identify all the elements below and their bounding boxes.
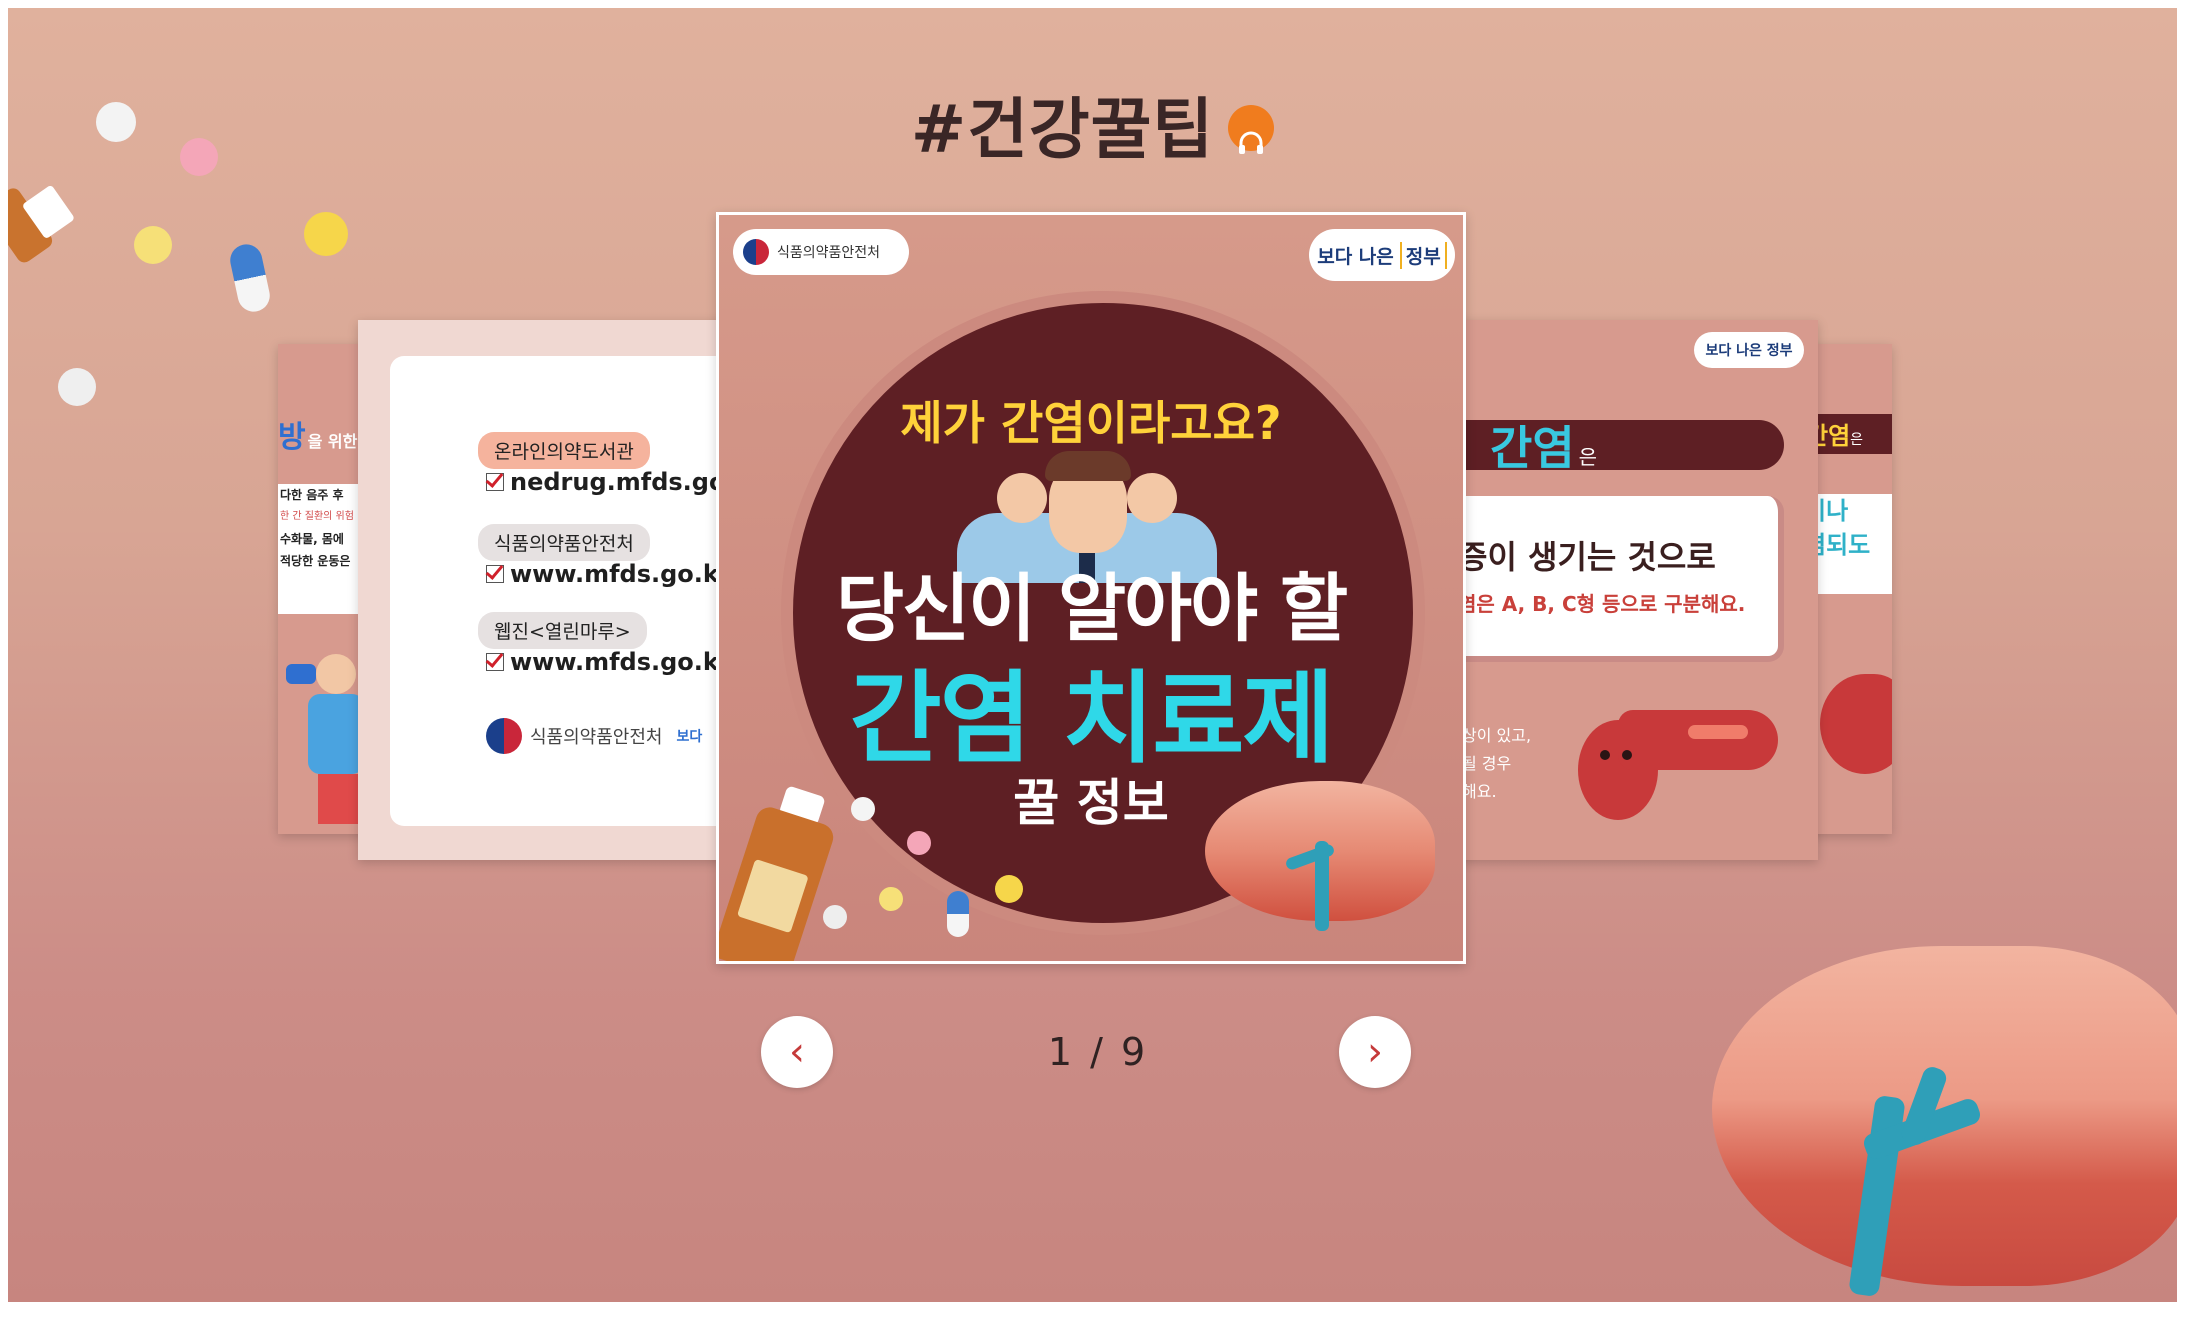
slide-counter: 1 / 9 xyxy=(1047,1030,1149,1074)
link-tag: 온라인의약도서관 xyxy=(478,432,650,469)
checkbox-icon xyxy=(486,473,504,491)
liver-character-icon xyxy=(1820,674,1892,774)
slide-left[interactable]: 온라인의약도서관 nedrug.mfds.go.kr 식품의약품안전처 www.… xyxy=(358,320,728,860)
liver-icon xyxy=(1205,781,1435,931)
slide-heading: 간염 xyxy=(1490,421,1575,475)
pill-yellow-big-decoration xyxy=(304,212,348,256)
link-tag: 식품의약품안전처 xyxy=(478,524,650,561)
link-row[interactable]: www.mfds.go.kr/w xyxy=(486,648,728,676)
slide-heading-suffix: 은 xyxy=(1578,445,1598,469)
slide-text: 염은 A, B, C형 등으로 구분해요. xyxy=(1458,592,1746,616)
better-government-badge: 보다 나은 정부 xyxy=(1309,229,1455,281)
slide-note: 상이 있고, xyxy=(1462,726,1532,745)
mfds-logo-icon xyxy=(743,239,769,265)
slide-heading-suffix: 은 xyxy=(1850,432,1864,448)
slide-note: 될 경우 xyxy=(1462,754,1512,773)
headline-line2: 간염 치료제 xyxy=(849,660,1335,777)
prev-slide-button[interactable]: ‹ xyxy=(761,1016,833,1088)
pill-icon xyxy=(823,905,847,929)
mfds-logo-icon xyxy=(486,718,522,754)
bottle-decoration xyxy=(8,162,94,273)
link-row[interactable]: www.mfds.go.kr xyxy=(486,560,728,588)
org-name: 식품의약품안전처 xyxy=(530,727,663,748)
checkbox-icon xyxy=(486,565,504,583)
slide-text: 증이 생기는 것으로 xyxy=(1458,538,1716,576)
slide-heading: 을 위한 xyxy=(307,432,358,451)
liver-character-icon xyxy=(1578,710,1778,820)
pill-yellow-decoration xyxy=(134,226,172,264)
slide-note: 해요. xyxy=(1462,782,1497,801)
pill-icon xyxy=(995,875,1023,903)
capsule-decoration xyxy=(227,241,273,315)
slide-main[interactable]: 식품의약품안전처 보다 나은 정부 제가 간염이라고요? 당신이 알아야 할 간… xyxy=(716,212,1466,964)
badge-pill: 보다 나은 정부 xyxy=(1694,332,1804,368)
health-tips-stage: #건강꿀팁 방을 위한 다한 음주 후 한 간 질환의 위험 수화물, 몸에 적… xyxy=(8,8,2177,1302)
page-title: #건강꿀팁 xyxy=(8,76,2177,172)
link-tag: 웹진<열린마루> xyxy=(478,612,647,649)
pill-icon xyxy=(907,831,931,855)
slide-right[interactable]: 보다 나은 정부 간염 은 증이 생기는 것으로 염은 A, B, C형 등으로 … xyxy=(1458,320,1818,860)
slide-heading-highlight: 방 xyxy=(278,420,306,455)
next-slide-button[interactable]: › xyxy=(1339,1016,1411,1088)
pill-grey-decoration xyxy=(58,368,96,406)
link-row[interactable]: nedrug.mfds.go.kr xyxy=(486,468,728,496)
audio-icon[interactable] xyxy=(1228,104,1275,154)
capsule-icon xyxy=(947,891,969,937)
mfds-logo-pill: 식품의약품안전처 xyxy=(733,229,909,275)
pill-icon xyxy=(851,797,875,821)
checkbox-icon xyxy=(486,653,504,671)
badge-partial: 보다 xyxy=(676,729,703,745)
liver-decoration xyxy=(1712,946,2177,1302)
pill-icon xyxy=(879,887,903,911)
